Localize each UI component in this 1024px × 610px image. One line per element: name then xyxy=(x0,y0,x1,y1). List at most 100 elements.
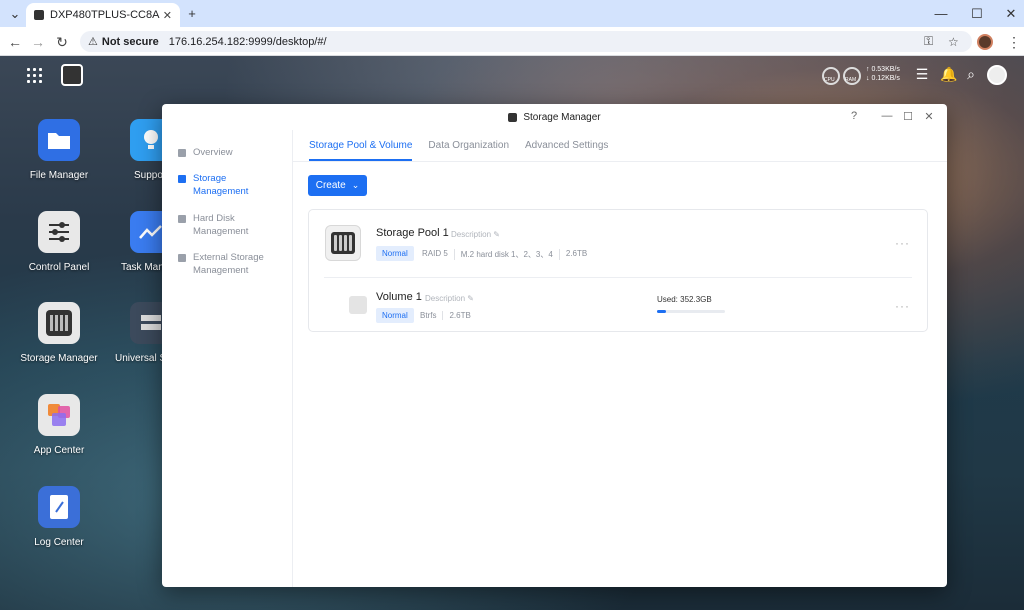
ram-label: RAM xyxy=(845,77,857,83)
pool-disks: M.2 hard disk 1、2、3、4 xyxy=(453,249,559,260)
app-launcher-icon[interactable] xyxy=(27,68,43,84)
desktop-icon-task-manager[interactable]: Task Manager xyxy=(100,211,162,273)
reload-button[interactable]: ↻ xyxy=(53,33,71,51)
desktop-icon-label: Control Panel xyxy=(28,262,90,273)
warning-icon: ⚠ xyxy=(88,36,98,48)
sidebar-item-label: Management xyxy=(193,186,249,197)
browser-tab-title: DXP480TPLUS-CC8A xyxy=(50,9,160,21)
volume-capacity: 2.6TB xyxy=(442,311,476,320)
sidebar: Overview Storage Management Hard Disk Ma… xyxy=(162,130,293,587)
window-titlebar[interactable]: Storage Manager xyxy=(162,104,947,130)
storage-manager-window: Storage Manager ? — ☐ ✕ Overview Storage… xyxy=(162,104,947,587)
tasks-icon[interactable]: ☰ xyxy=(914,66,930,83)
storage-pool-icon xyxy=(325,225,361,261)
volume-description[interactable]: Description ✎ xyxy=(425,294,474,303)
storage-manager-taskbar-icon[interactable] xyxy=(61,64,83,86)
browser-tab[interactable]: DXP480TPLUS-CC8A ✕ xyxy=(26,3,180,27)
sidebar-item-label: Management xyxy=(193,265,249,276)
desktop-icon-control-panel[interactable]: Control Panel xyxy=(9,211,109,273)
folder-icon xyxy=(38,119,80,161)
server-search-icon xyxy=(130,302,162,344)
tab-advanced-settings[interactable]: Advanced Settings xyxy=(525,140,608,161)
desktop-icon-app-center[interactable]: App Center xyxy=(9,394,109,456)
volume-usage-bar xyxy=(657,310,725,313)
hard-disk-icon xyxy=(178,215,186,223)
create-button-label: Create xyxy=(315,180,346,191)
minimize-window-button[interactable]: — xyxy=(924,0,958,27)
volume-usage-fill xyxy=(657,310,666,313)
sidebar-item-label: Storage xyxy=(193,173,227,184)
chevron-down-icon: ⌄ xyxy=(351,180,360,190)
tab-data-organization[interactable]: Data Organization xyxy=(428,140,509,161)
sidebar-item-label: External Storage xyxy=(193,252,264,263)
user-avatar[interactable] xyxy=(987,65,1007,85)
pool-description[interactable]: Description ✎ xyxy=(451,230,500,239)
create-button[interactable]: Create ⌄ xyxy=(308,175,367,196)
download-speed: ↓ 0.12KB/s xyxy=(866,75,900,82)
new-tab-button[interactable]: + xyxy=(183,5,201,23)
desktop-icon-storage-manager[interactable]: Storage Manager xyxy=(9,302,109,364)
network-speed: ↑ 0.53KB/s ↓ 0.12KB/s xyxy=(866,65,900,83)
desktop-icon-universal-search[interactable]: Universal Search xyxy=(100,302,162,364)
address-bar[interactable]: ⚠ Not secure 176.16.254.182:9999/desktop… xyxy=(80,31,972,52)
profile-avatar[interactable] xyxy=(977,34,993,50)
tab-bar: Storage Pool & Volume Data Organization … xyxy=(309,140,624,161)
desktop-icon-support[interactable]: Support xyxy=(100,119,162,181)
minimize-icon[interactable]: — xyxy=(880,110,894,122)
forward-button[interactable]: → xyxy=(29,33,47,51)
storage-manager-title-icon xyxy=(508,112,518,122)
sidebar-item-external-storage-management[interactable]: External Storage Management xyxy=(178,251,264,277)
browser-menu-icon[interactable]: ⋮ xyxy=(1005,33,1023,51)
desktop-icon-label: Task Manager xyxy=(121,262,162,273)
lightbulb-icon xyxy=(130,119,162,161)
desktop-icon-label: App Center xyxy=(33,445,85,456)
sidebar-item-hard-disk-management[interactable]: Hard Disk Management xyxy=(178,212,248,238)
not-secure-label: Not secure xyxy=(101,35,159,48)
database-icon xyxy=(178,175,186,183)
app-center-icon xyxy=(38,394,80,436)
bookmark-star-icon[interactable]: ☆ xyxy=(948,35,959,49)
tab-storage-pool-volume[interactable]: Storage Pool & Volume xyxy=(309,140,413,161)
tab-search-icon[interactable]: ⌄ xyxy=(6,5,24,23)
notification-bell-icon[interactable]: 🔔 xyxy=(940,66,957,83)
pool-meta: RAID 5 M.2 hard disk 1、2、3、4 2.6TB xyxy=(422,249,593,260)
browser-tab-strip: ⌄ DXP480TPLUS-CC8A ✕ + — ☐ ✕ xyxy=(0,0,1024,27)
desktop-icon-label: Log Center xyxy=(34,537,84,548)
storage-pool-card: Storage Pool 1 Description ✎ Normal RAID… xyxy=(308,209,928,332)
pool-more-options-icon[interactable]: ··· xyxy=(895,236,910,250)
close-window-button[interactable]: ✕ xyxy=(994,0,1024,27)
volume-filesystem: Btrfs xyxy=(420,311,437,320)
main-content: Storage Pool & Volume Data Organization … xyxy=(293,130,947,587)
volume-meta: Btrfs 2.6TB xyxy=(420,311,477,320)
volume-icon xyxy=(349,296,367,314)
volume-more-options-icon[interactable]: ··· xyxy=(895,299,910,313)
edit-pencil-icon[interactable]: ✎ xyxy=(467,294,474,303)
password-key-icon[interactable]: ⚿ xyxy=(924,34,933,49)
activity-chart-icon xyxy=(130,211,162,253)
pool-raid: RAID 5 xyxy=(422,249,448,258)
pool-name: Storage Pool 1 xyxy=(376,227,449,239)
sliders-icon xyxy=(38,211,80,253)
search-icon[interactable]: ⌕ xyxy=(963,66,979,83)
volume-used-label: Used: 352.3GB xyxy=(657,295,712,304)
desktop-icon-log-center[interactable]: Log Center xyxy=(9,486,109,548)
sidebar-item-overview[interactable]: Overview xyxy=(178,146,233,159)
maximize-window-button[interactable]: ☐ xyxy=(960,0,994,27)
usb-icon xyxy=(178,254,186,262)
close-icon[interactable]: ✕ xyxy=(922,110,936,123)
volume-status-badge: Normal xyxy=(376,308,414,323)
overview-icon xyxy=(178,149,186,157)
volume-name: Volume 1 xyxy=(376,291,422,303)
desktop-icon-file-manager[interactable]: File Manager xyxy=(9,119,109,181)
nas-drive-icon xyxy=(38,302,80,344)
help-icon[interactable]: ? xyxy=(847,110,861,122)
maximize-icon[interactable]: ☐ xyxy=(901,110,915,123)
sidebar-item-label: Overview xyxy=(193,147,233,158)
edit-pencil-icon[interactable]: ✎ xyxy=(493,230,500,239)
sidebar-item-storage-management[interactable]: Storage Management xyxy=(178,172,248,198)
pool-capacity: 2.6TB xyxy=(558,249,593,260)
close-tab-icon[interactable]: ✕ xyxy=(163,9,172,22)
url-text: 176.16.254.182:9999/desktop/#/ xyxy=(168,35,327,48)
back-button[interactable]: ← xyxy=(6,33,24,51)
desktop-icon-label: Support xyxy=(134,170,162,181)
